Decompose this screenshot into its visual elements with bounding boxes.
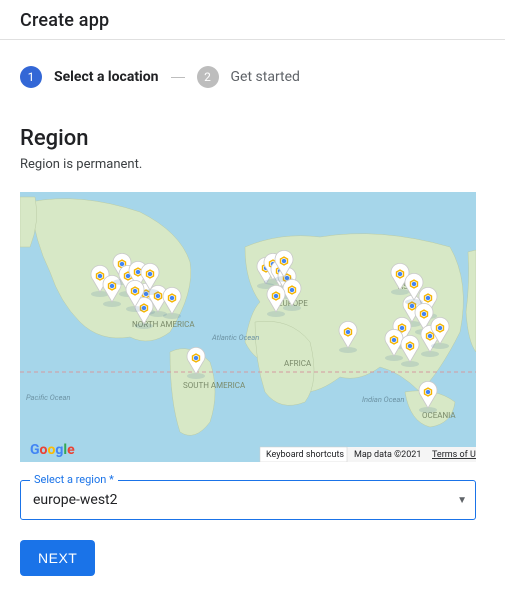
stepper-connector [171, 77, 185, 78]
region-select-field: Select a region * europe-west2 ▼ [20, 480, 476, 520]
header: Create app [0, 0, 505, 40]
step-label-2: Get started [231, 69, 300, 85]
region-select[interactable]: europe-west2 ▼ [20, 480, 476, 520]
content: 1 Select a location 2 Get started Region… [0, 40, 505, 596]
label-indian-ocean: Indian Ocean [362, 395, 404, 404]
label-atlantic-ocean: Atlantic Ocean [211, 333, 259, 342]
region-select-label: Select a region * [30, 473, 118, 486]
map-terms-link[interactable]: Terms of Use [432, 450, 476, 460]
stepper: 1 Select a location 2 Get started [20, 66, 485, 88]
chevron-down-icon: ▼ [457, 495, 467, 506]
required-star: * [109, 473, 114, 486]
step-badge-2: 2 [197, 66, 219, 88]
region-select-value: europe-west2 [33, 492, 118, 508]
label-south-america: SOUTH AMERICA [183, 381, 246, 390]
region-map[interactable]: NORTH AMERICA SOUTH AMERICA EUROPE AFRIC… [20, 192, 476, 462]
label-africa: AFRICA [284, 359, 312, 368]
region-title: Region [20, 126, 485, 151]
step-badge-1: 1 [20, 66, 42, 88]
label-pacific-ocean: Pacific Ocean [26, 393, 70, 402]
map-keyboard-shortcuts[interactable]: Keyboard shortcuts [266, 450, 344, 460]
next-button[interactable]: NEXT [20, 540, 95, 576]
region-permanent-text: Region is permanent. [20, 157, 485, 172]
map-provider-logo: Google [30, 442, 75, 458]
step-label-1: Select a location [54, 69, 159, 85]
page-title: Create app [20, 10, 485, 31]
map-copyright: Map data ©2021 [354, 450, 421, 460]
world-map-svg: NORTH AMERICA SOUTH AMERICA EUROPE AFRIC… [20, 192, 476, 462]
